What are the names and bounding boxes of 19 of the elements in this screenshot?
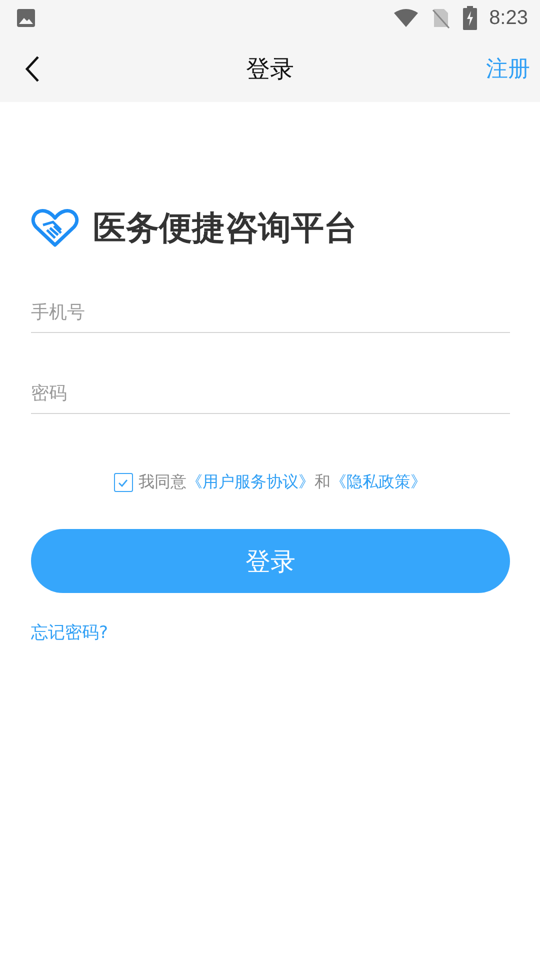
image-icon [16, 8, 36, 28]
agreement-link[interactable]: 《隐私政策》 [330, 472, 426, 491]
check-icon [118, 478, 128, 486]
app-title: 医务便捷咨询平台 [93, 206, 357, 248]
battery-icon [463, 6, 478, 30]
register-link[interactable]: 注册 [486, 54, 530, 84]
agreement-text: 我同意《用户服务协议》和《隐私政策》 [138, 472, 426, 493]
input-field[interactable]: 手机号 [31, 296, 510, 328]
agree-checkbox[interactable] [114, 473, 132, 492]
back-icon[interactable] [24, 55, 40, 83]
status-time: 8:23 [489, 6, 528, 30]
forgot-password-link[interactable]: 忘记密码? [31, 621, 108, 644]
input-field[interactable]: 密码 [31, 377, 510, 409]
agreement-link[interactable]: 《用户服务协议》 [186, 472, 314, 491]
no-sim-icon [431, 7, 452, 29]
page-title: 登录 [246, 54, 294, 85]
heart-hands-icon [31, 208, 79, 248]
wifi-icon [393, 8, 420, 28]
login-button[interactable]: 登录 [31, 529, 510, 593]
